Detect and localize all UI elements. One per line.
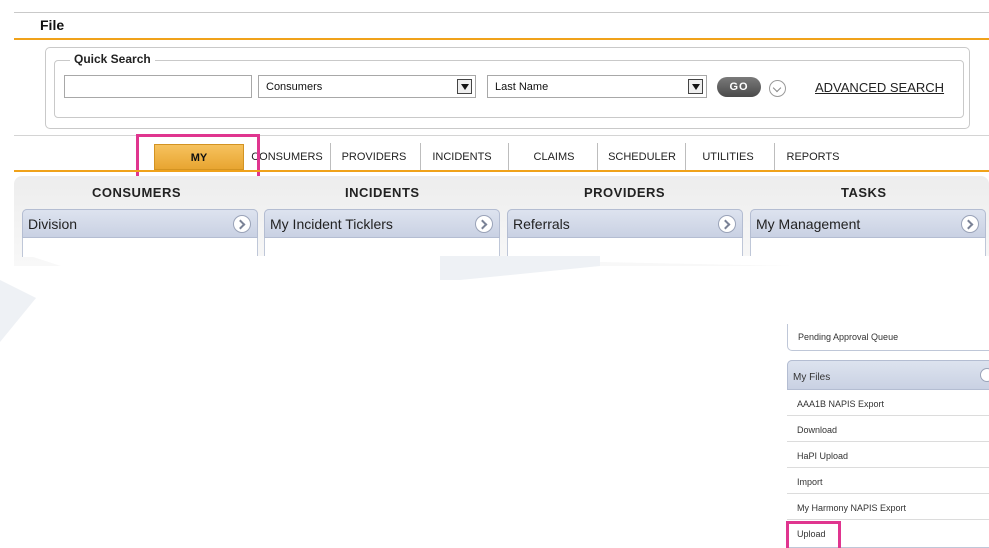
chevron-right-icon[interactable] (961, 215, 979, 233)
top-divider (14, 12, 989, 13)
column-heading-consumers: CONSUMERS (92, 185, 182, 200)
field-select[interactable]: Last Name (487, 75, 707, 98)
tab-providers[interactable]: PROVIDERS (335, 144, 413, 170)
tab-reports[interactable]: REPORTS (780, 144, 846, 170)
file-menu[interactable]: File (40, 17, 64, 33)
list-item-file[interactable]: My Harmony NAPIS Export (787, 494, 989, 520)
list-item-file[interactable]: Import (787, 468, 989, 494)
torn-edge-graphic (0, 256, 989, 296)
module-select[interactable]: Consumers (258, 75, 476, 98)
chevron-down-icon[interactable] (769, 80, 786, 97)
chevron-right-icon[interactable] (718, 215, 736, 233)
go-button[interactable]: GO (717, 77, 761, 97)
field-select-value: Last Name (495, 81, 549, 93)
tab-separator (597, 143, 598, 171)
column-heading-incidents: INCIDENTS (345, 185, 420, 200)
widget-header-incident-ticklers[interactable]: My Incident Ticklers (264, 209, 500, 238)
widget-header-division[interactable]: Division (22, 209, 258, 238)
dropdown-arrow-icon[interactable] (688, 79, 703, 94)
tab-separator (330, 143, 331, 171)
widget-title: Division (28, 216, 78, 232)
list-item-file[interactable]: AAA1B NAPIS Export (787, 390, 989, 416)
quick-search-input[interactable] (64, 75, 252, 98)
torn-edge-graphic (0, 280, 36, 342)
tab-separator (685, 143, 686, 171)
highlight-box-my-dashboard (136, 134, 260, 181)
quick-search-legend: Quick Search (70, 52, 155, 66)
tab-separator (508, 143, 509, 171)
advanced-search-link[interactable]: ADVANCED SEARCH (815, 80, 944, 95)
my-files-header[interactable]: My Files (787, 360, 989, 390)
widget-title: My Management (756, 216, 861, 232)
column-heading-providers: PROVIDERS (584, 185, 666, 200)
tab-utilities[interactable]: UTILITIES (690, 144, 766, 170)
list-item-file[interactable]: Download (787, 416, 989, 442)
widget-header-my-management[interactable]: My Management (750, 209, 986, 238)
tab-separator (774, 143, 775, 171)
list-item-pending-approval-queue[interactable]: Pending Approval Queue (787, 324, 989, 351)
tab-claims[interactable]: CLAIMS (514, 144, 594, 170)
widget-header-referrals[interactable]: Referrals (507, 209, 743, 238)
highlight-box-upload (786, 521, 841, 548)
tab-scheduler[interactable]: SCHEDULER (602, 144, 682, 170)
tab-incidents[interactable]: INCIDENTS (425, 144, 499, 170)
list-item-file[interactable]: HaPI Upload (787, 442, 989, 468)
orange-divider (14, 38, 989, 40)
chevron-right-icon[interactable] (475, 215, 493, 233)
widget-title: My Incident Ticklers (270, 216, 393, 232)
chevron-right-icon[interactable] (233, 215, 251, 233)
dropdown-arrow-icon[interactable] (457, 79, 472, 94)
column-heading-tasks: TASKS (841, 185, 887, 200)
module-select-value: Consumers (266, 81, 323, 93)
widget-title: Referrals (513, 216, 570, 232)
chevron-right-icon[interactable] (980, 368, 989, 382)
orange-divider (14, 170, 989, 172)
tab-separator (420, 143, 421, 171)
